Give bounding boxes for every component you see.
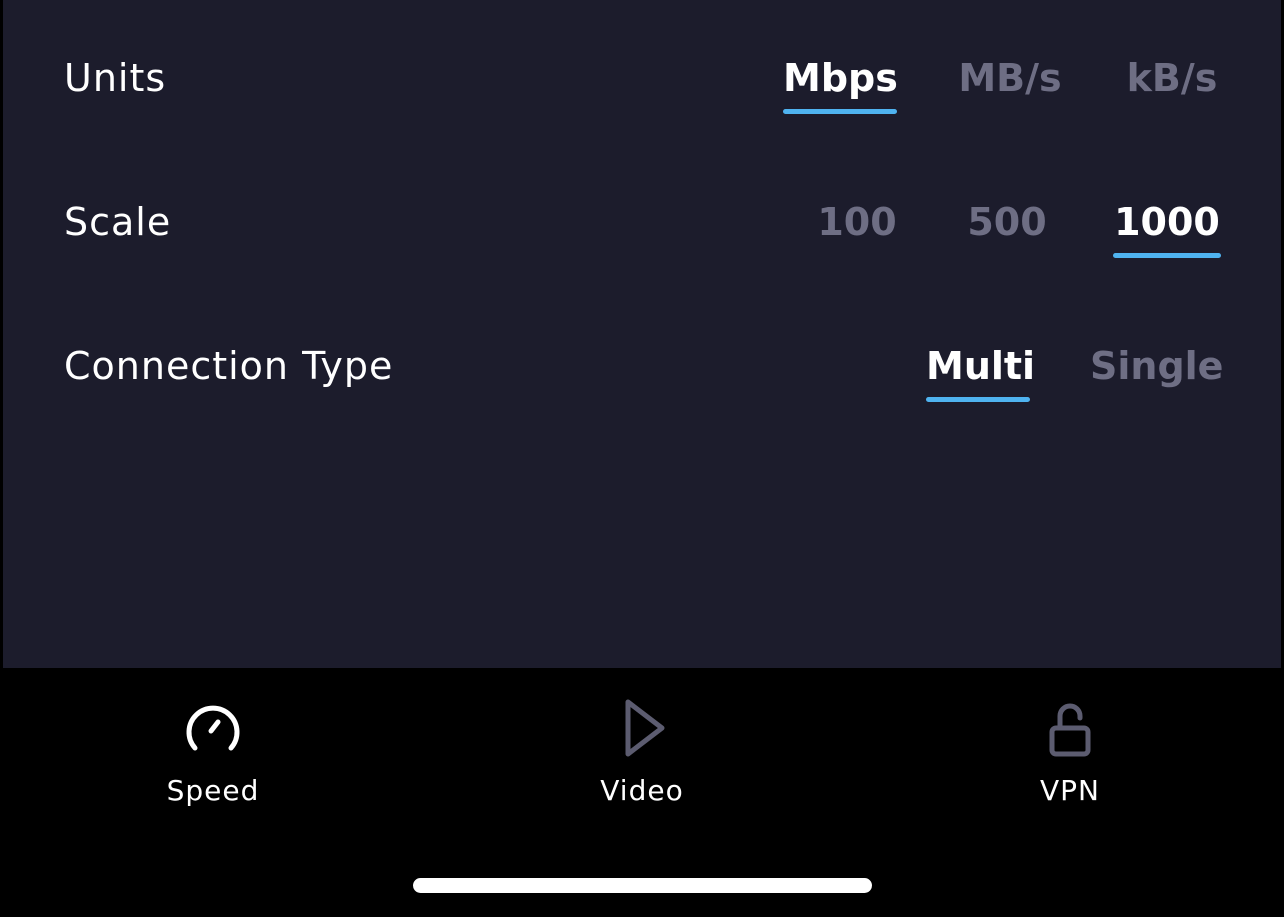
settings-panel: Units Mbps MB/s kB/s Scale 100 500 1000	[3, 0, 1281, 668]
connection-type-label: Connection Type	[64, 344, 394, 388]
units-label: Units	[64, 56, 167, 100]
tab-video-label: Video	[600, 774, 684, 807]
units-row: Units Mbps MB/s kB/s	[3, 48, 1281, 114]
selected-underline	[926, 397, 1030, 402]
units-option-mbps-label: Mbps	[783, 56, 898, 100]
tab-speed[interactable]: Speed	[113, 696, 313, 826]
tab-bar: Speed Video VPN	[0, 668, 1284, 917]
units-option-mbps[interactable]: Mbps	[783, 48, 898, 114]
home-indicator	[413, 878, 872, 893]
connection-type-row: Connection Type Multi Single	[3, 336, 1281, 402]
connection-option-single-label: Single	[1090, 344, 1224, 388]
scale-option-500-label: 500	[967, 200, 1047, 244]
tab-vpn[interactable]: VPN	[970, 696, 1170, 826]
selected-underline	[783, 109, 897, 114]
units-option-kbs[interactable]: kB/s	[1125, 48, 1219, 108]
tab-video[interactable]: Video	[542, 696, 742, 826]
tab-vpn-label: VPN	[1040, 774, 1100, 807]
scale-option-500[interactable]: 500	[964, 192, 1050, 252]
units-option-mbs-label: MB/s	[958, 56, 1062, 100]
scale-option-1000[interactable]: 1000	[1113, 192, 1221, 258]
connection-option-multi[interactable]: Multi	[926, 336, 1035, 402]
unlock-icon	[1049, 703, 1091, 757]
connection-option-multi-label: Multi	[926, 344, 1036, 388]
units-option-kbs-label: kB/s	[1126, 56, 1218, 100]
scale-row: Scale 100 500 1000	[3, 192, 1281, 258]
units-option-mbs[interactable]: MB/s	[957, 48, 1063, 108]
scale-option-100-label: 100	[817, 200, 897, 244]
scale-option-100[interactable]: 100	[817, 192, 897, 252]
speedometer-icon	[186, 705, 240, 751]
play-icon	[625, 699, 665, 757]
connection-option-single[interactable]: Single	[1090, 336, 1224, 396]
tab-speed-label: Speed	[166, 774, 260, 807]
scale-option-1000-label: 1000	[1114, 200, 1220, 244]
scale-label: Scale	[64, 200, 172, 244]
selected-underline	[1113, 253, 1221, 258]
